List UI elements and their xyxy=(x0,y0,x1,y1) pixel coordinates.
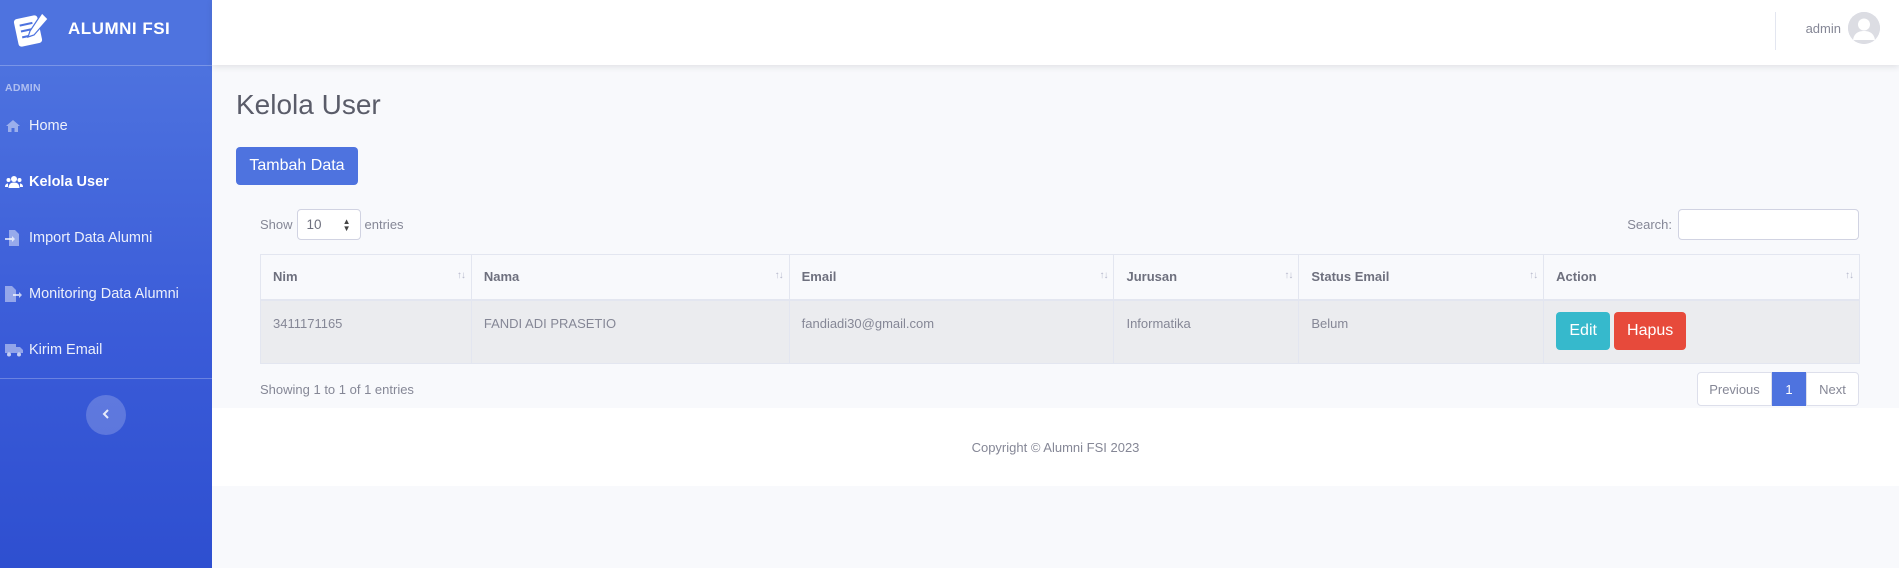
next-page-button[interactable]: Next xyxy=(1806,372,1859,406)
sidebar-toggle-wrap xyxy=(0,395,212,435)
truck-icon xyxy=(5,342,23,358)
column-header-status-email[interactable]: Status Email ↑↓ xyxy=(1298,254,1545,301)
main-content: Kelola User Tambah Data Show 10 ▲ ▼ entri… xyxy=(236,65,1860,406)
column-header-action[interactable]: Action ↑↓ xyxy=(1543,254,1860,301)
topbar-divider xyxy=(1775,12,1776,50)
column-header-email[interactable]: Email ↑↓ xyxy=(788,254,1115,301)
column-header-label: Jurusan xyxy=(1126,269,1178,285)
sidebar-item-label: Kelola User xyxy=(29,174,109,190)
sort-icon: ↑↓ xyxy=(456,270,466,281)
file-import-icon xyxy=(5,230,23,246)
pagination: Previous 1 Next xyxy=(1697,372,1859,406)
cell-jurusan: Informatika xyxy=(1113,299,1300,364)
sort-icon: ↑↓ xyxy=(1845,270,1854,281)
entries-select[interactable]: 10 ▲ ▼ xyxy=(296,208,361,240)
cell-nim: 3411171165 xyxy=(260,299,472,364)
column-header-label: Email xyxy=(801,269,837,285)
sidebar-item-label: Import Data Alumni xyxy=(29,230,153,246)
column-header-label: Action xyxy=(1556,269,1597,285)
sidebar-item-home[interactable]: Home xyxy=(0,98,212,154)
home-icon xyxy=(5,118,23,134)
brand[interactable]: ALUMNI FSI xyxy=(0,0,212,58)
table-row: 3411171165 FANDI ADI PRASETIO fandiadi30… xyxy=(260,299,1860,364)
column-header-label: Status Email xyxy=(1311,269,1390,285)
previous-page-button[interactable]: Previous xyxy=(1697,372,1772,406)
brand-name: ALUMNI FSI xyxy=(68,19,171,38)
entries-select-value: 10 xyxy=(306,216,322,232)
users-table: Nim ↑↓ Nama ↑↓ Email ↑↓ Jurusan ↑↓ Status Em… xyxy=(260,254,1860,364)
table-header-row: Nim ↑↓ Nama ↑↓ Email ↑↓ Jurusan ↑↓ Status Em… xyxy=(260,254,1860,301)
page-title: Kelola User xyxy=(236,89,381,120)
sort-icon: ↑↓ xyxy=(1284,270,1293,281)
column-header-jurusan[interactable]: Jurusan ↑↓ xyxy=(1113,254,1300,301)
chevron-left-icon xyxy=(102,406,110,424)
cell-action: Edit Hapus xyxy=(1543,299,1860,364)
search-input[interactable] xyxy=(1678,208,1859,240)
sidebar-item-import-data-alumni[interactable]: Import Data Alumni xyxy=(0,210,212,266)
users-icon xyxy=(5,174,23,190)
file-export-icon xyxy=(5,286,23,302)
datatable-controls: Show 10 ▲ ▼ entries Search: xyxy=(260,208,1859,240)
entries-length: Show 10 ▲ ▼ entries xyxy=(260,208,404,240)
sidebar: ALUMNI FSI ADMIN Home Kelola User Import… xyxy=(0,0,212,568)
sidebar-item-label: Monitoring Data Alumni xyxy=(29,286,179,302)
user-name[interactable]: admin xyxy=(1806,21,1841,36)
footer: Copyright © Alumni FSI 2023 xyxy=(212,408,1899,486)
add-data-button[interactable]: Tambah Data xyxy=(236,147,358,185)
sort-icon: ↑↓ xyxy=(1099,270,1108,281)
column-header-label: Nim xyxy=(273,269,298,285)
sidebar-item-kelola-user[interactable]: Kelola User xyxy=(0,154,212,210)
sidebar-item-kirim-email[interactable]: Kirim Email xyxy=(0,322,212,378)
column-header-nim[interactable]: Nim ↑↓ xyxy=(260,254,472,301)
sort-icon: ↑↓ xyxy=(1529,270,1538,281)
avatar[interactable] xyxy=(1848,12,1880,44)
cell-nama: FANDI ADI PRASETIO xyxy=(470,299,790,364)
table-info: Showing 1 to 1 of 1 entries xyxy=(260,382,414,397)
edit-button[interactable]: Edit xyxy=(1556,311,1611,350)
sidebar-divider xyxy=(0,378,212,379)
search-box: Search: xyxy=(1627,208,1859,240)
sidebar-toggle-button[interactable] xyxy=(86,395,126,435)
cell-email: fandiadi30@gmail.com xyxy=(788,299,1115,364)
sidebar-heading: ADMIN xyxy=(5,82,41,94)
column-header-label: Nama xyxy=(483,269,520,285)
page-button-1[interactable]: 1 xyxy=(1772,372,1806,406)
column-header-nama[interactable]: Nama ↑↓ xyxy=(470,254,790,301)
sidebar-item-monitoring-data-alumni[interactable]: Monitoring Data Alumni xyxy=(0,266,212,322)
topbar: admin xyxy=(212,0,1899,65)
sort-updown-icon: ▲ ▼ xyxy=(342,216,351,233)
search-label: Search: xyxy=(1627,216,1672,232)
delete-button[interactable]: Hapus xyxy=(1614,311,1687,350)
sidebar-item-label: Kirim Email xyxy=(29,342,103,358)
sidebar-item-label: Home xyxy=(29,118,68,134)
copyright-text: Copyright © Alumni FSI 2023 xyxy=(971,439,1140,455)
notebook-pen-logo-icon xyxy=(12,9,52,49)
cell-status-email: Belum xyxy=(1298,299,1545,364)
show-label: Show xyxy=(260,216,293,232)
sort-icon: ↑↓ xyxy=(774,270,784,281)
entries-label: entries xyxy=(364,216,404,232)
